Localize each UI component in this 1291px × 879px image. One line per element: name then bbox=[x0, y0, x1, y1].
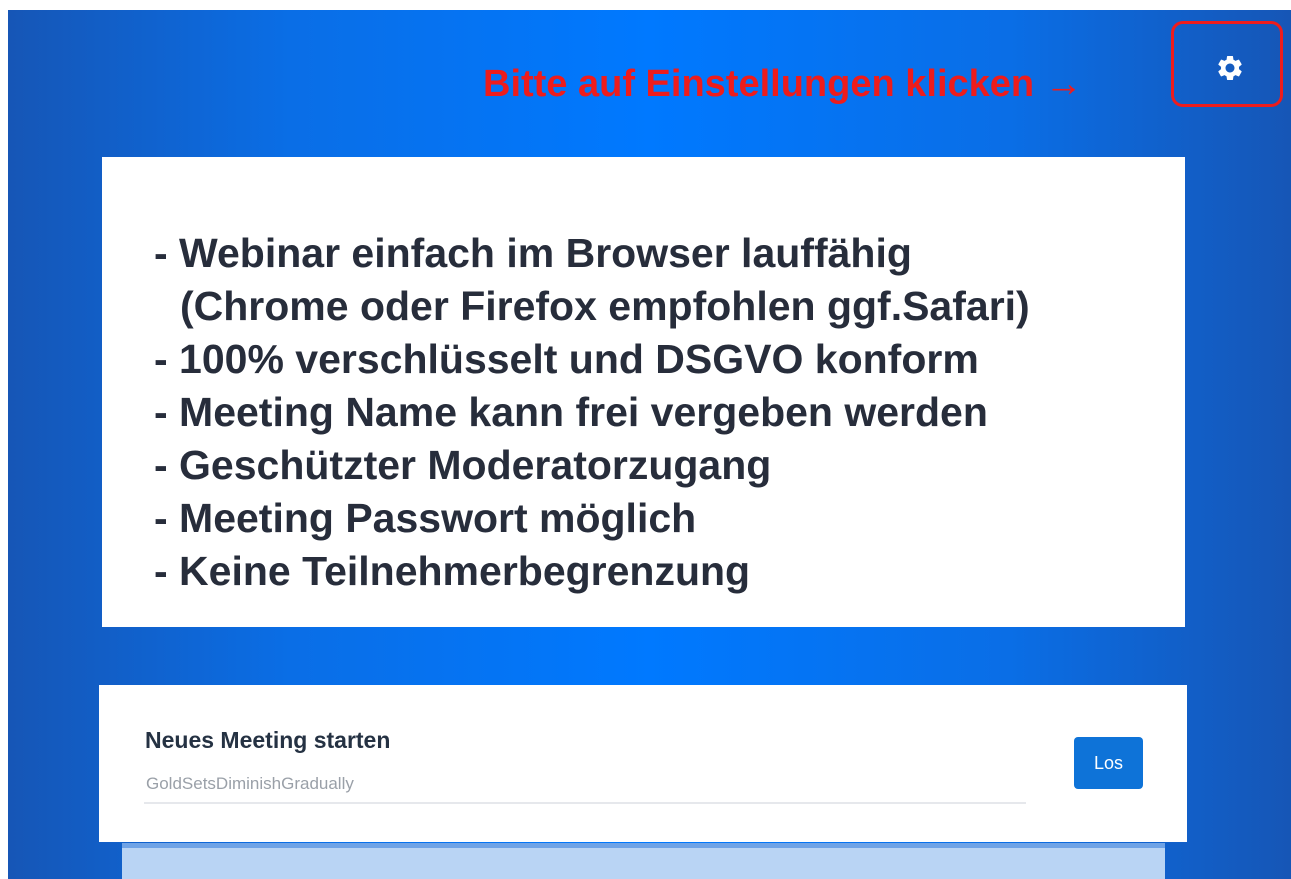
feature-item: - Geschützter Moderatorzugang bbox=[154, 442, 772, 488]
new-meeting-card: Neues Meeting starten Los bbox=[99, 685, 1187, 842]
start-meeting-button[interactable]: Los bbox=[1074, 737, 1143, 789]
settings-hint-text: Bitte auf Einstellungen klicken → bbox=[483, 63, 1083, 105]
gear-icon bbox=[1218, 56, 1242, 80]
feature-item: - Meeting Name kann frei vergeben werden bbox=[154, 389, 988, 435]
feature-item: - Webinar einfach im Browser lauffähig bbox=[154, 230, 912, 276]
features-card: - Webinar einfach im Browser lauffähig (… bbox=[102, 157, 1185, 627]
settings-button[interactable] bbox=[1213, 51, 1247, 85]
feature-item: - 100% verschlüsselt und DSGVO konform bbox=[154, 336, 979, 382]
feature-item: (Chrome oder Firefox empfohlen ggf.Safar… bbox=[180, 283, 1030, 329]
meeting-name-input[interactable] bbox=[144, 766, 1026, 804]
new-meeting-title: Neues Meeting starten bbox=[145, 727, 391, 753]
feature-item: - Keine Teilnehmerbegrenzung bbox=[154, 548, 751, 594]
bottom-panel bbox=[122, 843, 1165, 879]
feature-item: - Meeting Passwort möglich bbox=[154, 495, 697, 541]
features-list: - Webinar einfach im Browser lauffähig (… bbox=[154, 227, 1030, 598]
page-background: Bitte auf Einstellungen klicken → - Webi… bbox=[8, 10, 1291, 879]
